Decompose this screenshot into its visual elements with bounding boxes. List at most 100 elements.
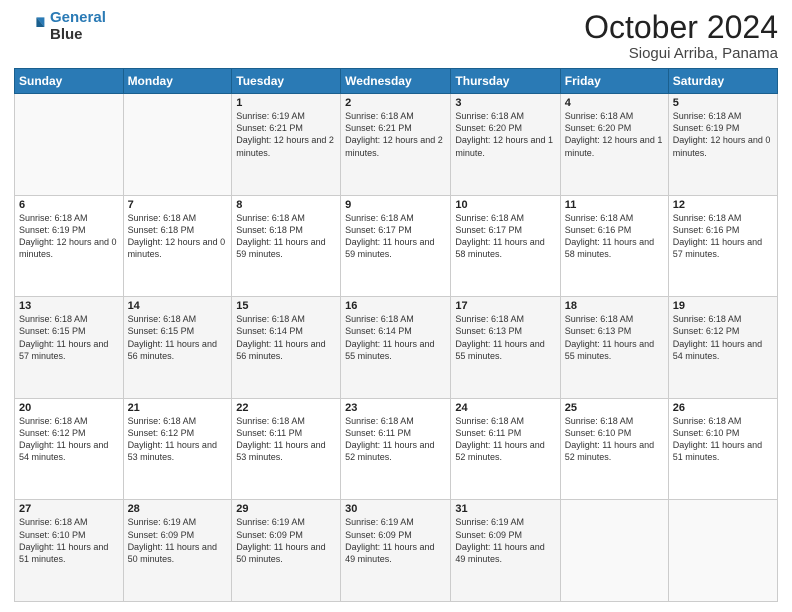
- day-number: 30: [345, 503, 446, 515]
- page: General Blue October 2024 Siogui Arriba,…: [0, 0, 792, 612]
- day-number: 4: [565, 97, 664, 109]
- day-info: Sunrise: 6:18 AMSunset: 6:11 PMDaylight:…: [345, 415, 446, 464]
- logo-text: General Blue: [50, 10, 106, 43]
- calendar-cell: 12Sunrise: 6:18 AMSunset: 6:16 PMDayligh…: [668, 195, 777, 297]
- day-info: Sunrise: 6:18 AMSunset: 6:19 PMDaylight:…: [673, 110, 773, 159]
- calendar-cell: 31Sunrise: 6:19 AMSunset: 6:09 PMDayligh…: [451, 500, 560, 602]
- day-number: 25: [565, 402, 664, 414]
- day-number: 2: [345, 97, 446, 109]
- day-info: Sunrise: 6:19 AMSunset: 6:09 PMDaylight:…: [455, 516, 555, 565]
- calendar-subtitle: Siogui Arriba, Panama: [584, 45, 778, 62]
- day-info: Sunrise: 6:18 AMSunset: 6:19 PMDaylight:…: [19, 212, 119, 261]
- day-number: 20: [19, 402, 119, 414]
- day-number: 11: [565, 199, 664, 211]
- day-info: Sunrise: 6:18 AMSunset: 6:20 PMDaylight:…: [565, 110, 664, 159]
- day-number: 8: [236, 199, 336, 211]
- calendar-cell: 23Sunrise: 6:18 AMSunset: 6:11 PMDayligh…: [341, 398, 451, 500]
- calendar-cell: 4Sunrise: 6:18 AMSunset: 6:20 PMDaylight…: [560, 94, 668, 196]
- day-number: 27: [19, 503, 119, 515]
- day-number: 1: [236, 97, 336, 109]
- day-number: 7: [128, 199, 228, 211]
- header-row: SundayMondayTuesdayWednesdayThursdayFrid…: [15, 69, 778, 94]
- day-number: 28: [128, 503, 228, 515]
- day-info: Sunrise: 6:18 AMSunset: 6:17 PMDaylight:…: [455, 212, 555, 261]
- header-day-monday: Monday: [123, 69, 232, 94]
- calendar-cell: 9Sunrise: 6:18 AMSunset: 6:17 PMDaylight…: [341, 195, 451, 297]
- calendar-cell: 1Sunrise: 6:19 AMSunset: 6:21 PMDaylight…: [232, 94, 341, 196]
- calendar-cell: 30Sunrise: 6:19 AMSunset: 6:09 PMDayligh…: [341, 500, 451, 602]
- day-number: 18: [565, 300, 664, 312]
- calendar-title: October 2024: [584, 10, 778, 45]
- day-info: Sunrise: 6:18 AMSunset: 6:17 PMDaylight:…: [345, 212, 446, 261]
- day-info: Sunrise: 6:18 AMSunset: 6:20 PMDaylight:…: [455, 110, 555, 159]
- day-number: 3: [455, 97, 555, 109]
- day-info: Sunrise: 6:18 AMSunset: 6:13 PMDaylight:…: [455, 313, 555, 362]
- day-number: 9: [345, 199, 446, 211]
- calendar-cell: 21Sunrise: 6:18 AMSunset: 6:12 PMDayligh…: [123, 398, 232, 500]
- calendar-cell: 2Sunrise: 6:18 AMSunset: 6:21 PMDaylight…: [341, 94, 451, 196]
- calendar-cell: 11Sunrise: 6:18 AMSunset: 6:16 PMDayligh…: [560, 195, 668, 297]
- day-number: 26: [673, 402, 773, 414]
- day-info: Sunrise: 6:18 AMSunset: 6:13 PMDaylight:…: [565, 313, 664, 362]
- week-row-3: 20 Sunrise: 6:18 AMSunset: 6:12 PMDayligh…: [15, 398, 778, 500]
- calendar-cell: 10Sunrise: 6:18 AMSunset: 6:17 PMDayligh…: [451, 195, 560, 297]
- day-info: Sunrise: 6:18 AMSunset: 6:12 PMDaylight:…: [128, 415, 228, 464]
- calendar-cell: [560, 500, 668, 602]
- calendar-cell: 3Sunrise: 6:18 AMSunset: 6:20 PMDaylight…: [451, 94, 560, 196]
- calendar-cell: [15, 94, 124, 196]
- logo: General Blue: [14, 10, 106, 43]
- calendar-cell: [123, 94, 232, 196]
- day-info: Sunrise: 6:18 AMSunset: 6:11 PMDaylight:…: [236, 415, 336, 464]
- day-info: Sunrise: 6:19 AMSunset: 6:09 PMDaylight:…: [236, 516, 336, 565]
- day-info: Sunrise: 6:18 AMSunset: 6:14 PMDaylight:…: [345, 313, 446, 362]
- header: General Blue October 2024 Siogui Arriba,…: [14, 10, 778, 62]
- header-day-thursday: Thursday: [451, 69, 560, 94]
- day-info: Sunrise: 6:18 AMSunset: 6:16 PMDaylight:…: [565, 212, 664, 261]
- calendar-cell: 26Sunrise: 6:18 AMSunset: 6:10 PMDayligh…: [668, 398, 777, 500]
- calendar-header: SundayMondayTuesdayWednesdayThursdayFrid…: [15, 69, 778, 94]
- day-number: 12: [673, 199, 773, 211]
- calendar-cell: 8Sunrise: 6:18 AMSunset: 6:18 PMDaylight…: [232, 195, 341, 297]
- calendar-cell: 29Sunrise: 6:19 AMSunset: 6:09 PMDayligh…: [232, 500, 341, 602]
- day-number: 19: [673, 300, 773, 312]
- calendar-cell: 5Sunrise: 6:18 AMSunset: 6:19 PMDaylight…: [668, 94, 777, 196]
- calendar-cell: 16Sunrise: 6:18 AMSunset: 6:14 PMDayligh…: [341, 297, 451, 399]
- week-row-0: 1Sunrise: 6:19 AMSunset: 6:21 PMDaylight…: [15, 94, 778, 196]
- day-number: 31: [455, 503, 555, 515]
- calendar-cell: 15Sunrise: 6:18 AMSunset: 6:14 PMDayligh…: [232, 297, 341, 399]
- header-day-friday: Friday: [560, 69, 668, 94]
- calendar-cell: 6Sunrise: 6:18 AMSunset: 6:19 PMDaylight…: [15, 195, 124, 297]
- day-info: Sunrise: 6:18 AMSunset: 6:10 PMDaylight:…: [673, 415, 773, 464]
- day-number: 13: [19, 300, 119, 312]
- day-info: Sunrise: 6:18 AMSunset: 6:16 PMDaylight:…: [673, 212, 773, 261]
- header-day-saturday: Saturday: [668, 69, 777, 94]
- day-number: 29: [236, 503, 336, 515]
- calendar-cell: 25Sunrise: 6:18 AMSunset: 6:10 PMDayligh…: [560, 398, 668, 500]
- calendar-cell: 28Sunrise: 6:19 AMSunset: 6:09 PMDayligh…: [123, 500, 232, 602]
- day-info: Sunrise: 6:18 AMSunset: 6:10 PMDaylight:…: [565, 415, 664, 464]
- calendar-cell: 13Sunrise: 6:18 AMSunset: 6:15 PMDayligh…: [15, 297, 124, 399]
- day-number: 14: [128, 300, 228, 312]
- calendar-cell: 17Sunrise: 6:18 AMSunset: 6:13 PMDayligh…: [451, 297, 560, 399]
- day-info: Sunrise: 6:19 AMSunset: 6:09 PMDaylight:…: [345, 516, 446, 565]
- day-info: Sunrise: 6:19 AMSunset: 6:09 PMDaylight:…: [128, 516, 228, 565]
- logo-line1: General: [50, 9, 106, 26]
- day-number: 16: [345, 300, 446, 312]
- title-block: October 2024 Siogui Arriba, Panama: [584, 10, 778, 62]
- day-info: Sunrise: 6:18 AMSunset: 6:15 PMDaylight:…: [128, 313, 228, 362]
- day-info: Sunrise: 6:18 AMSunset: 6:18 PMDaylight:…: [236, 212, 336, 261]
- day-info: Sunrise: 6:18 AMSunset: 6:11 PMDaylight:…: [455, 415, 555, 464]
- week-row-2: 13 Sunrise: 6:18 AMSunset: 6:15 PMDayligh…: [15, 297, 778, 399]
- day-number: 10: [455, 199, 555, 211]
- day-number: 21: [128, 402, 228, 414]
- day-number: 5: [673, 97, 773, 109]
- calendar-cell: 27Sunrise: 6:18 AMSunset: 6:10 PMDayligh…: [15, 500, 124, 602]
- header-day-sunday: Sunday: [15, 69, 124, 94]
- day-info: Sunrise: 6:18 AMSunset: 6:21 PMDaylight:…: [345, 110, 446, 159]
- day-info: Sunrise: 6:18 AMSunset: 6:18 PMDaylight:…: [128, 212, 228, 261]
- day-info: Sunrise: 6:18 AMSunset: 6:14 PMDaylight:…: [236, 313, 336, 362]
- calendar-cell: 24Sunrise: 6:18 AMSunset: 6:11 PMDayligh…: [451, 398, 560, 500]
- day-info: Sunrise: 6:18 AMSunset: 6:10 PMDaylight:…: [19, 516, 119, 565]
- calendar-body: 1Sunrise: 6:19 AMSunset: 6:21 PMDaylight…: [15, 94, 778, 602]
- day-number: 22: [236, 402, 336, 414]
